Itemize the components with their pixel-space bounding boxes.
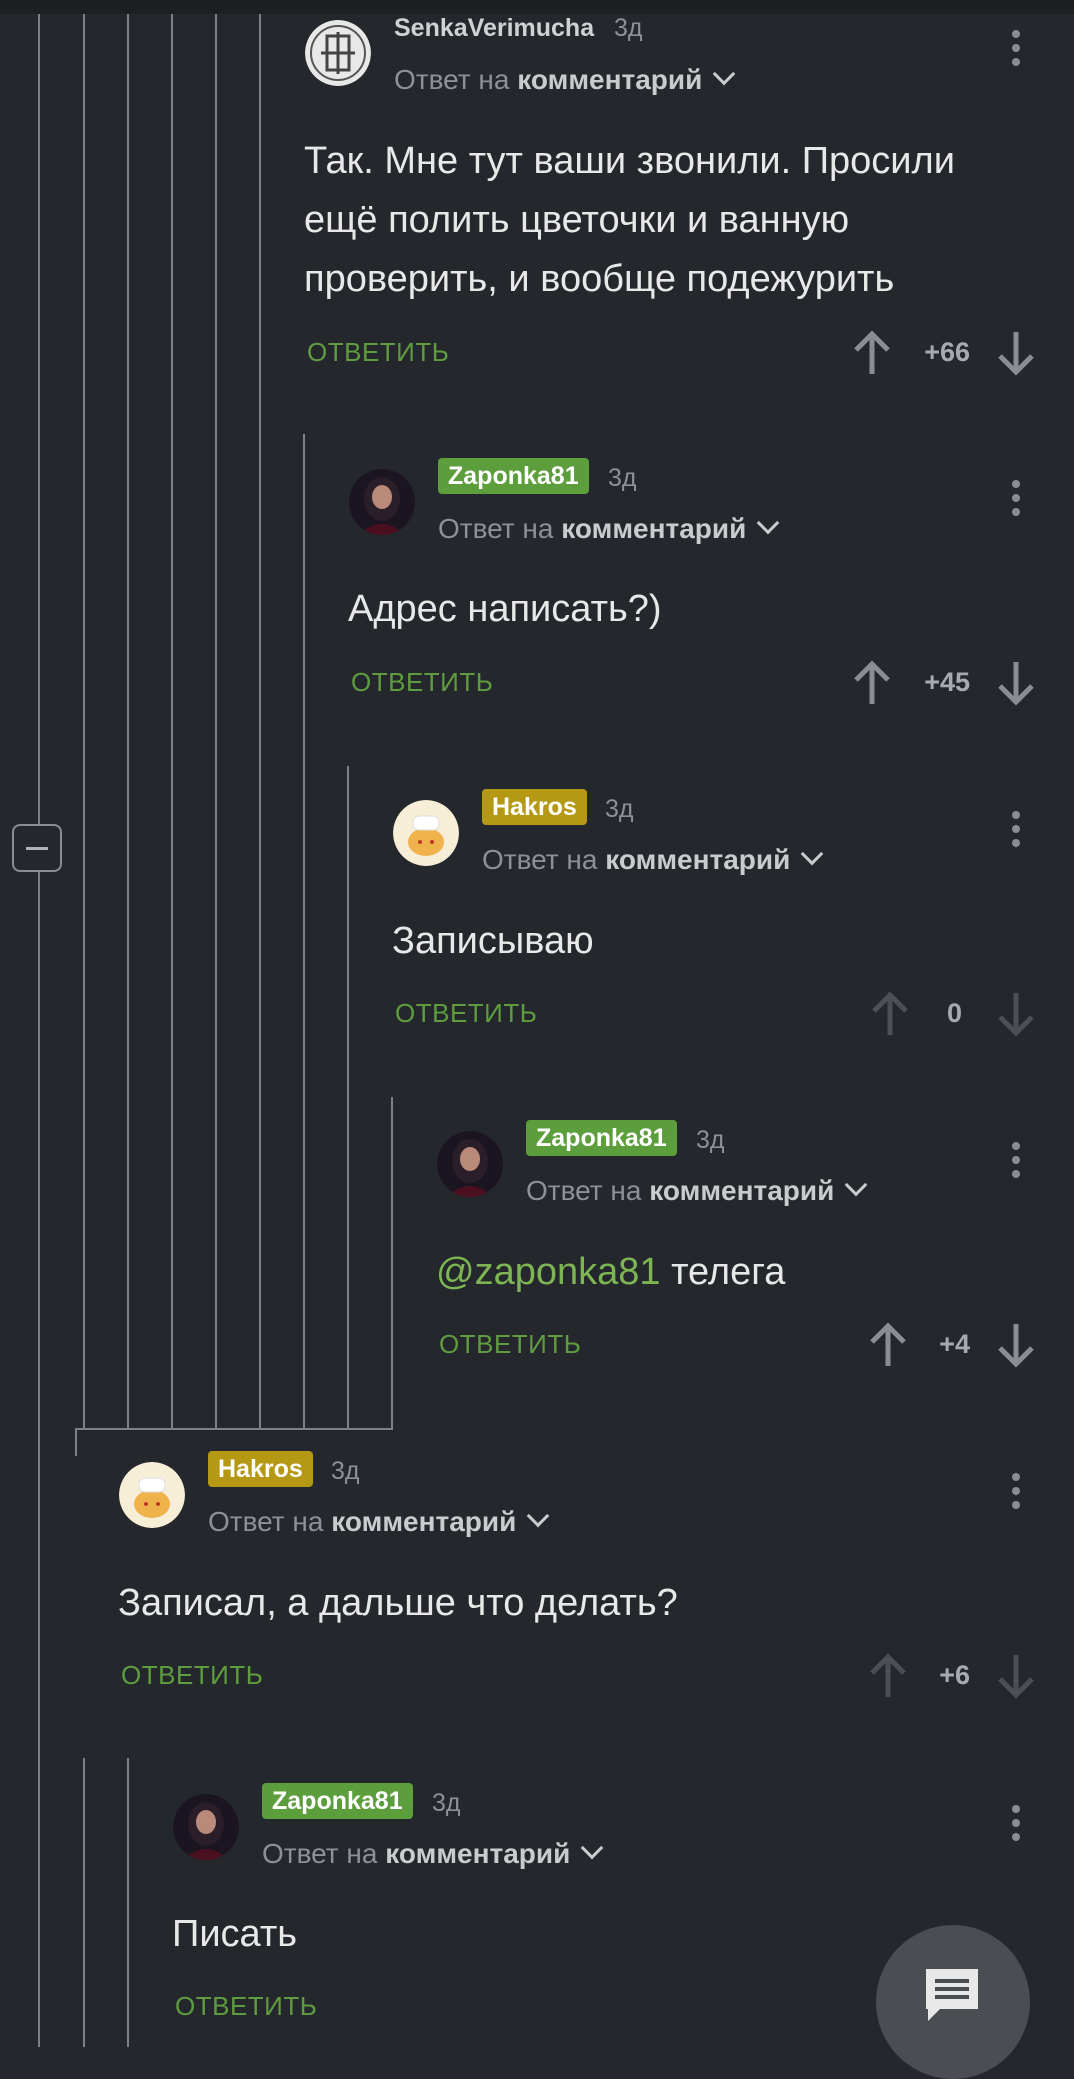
username[interactable]: Hakros bbox=[208, 1451, 313, 1487]
comment-age: 3д bbox=[614, 14, 643, 42]
chat-bubble-icon bbox=[926, 1969, 978, 2021]
reply-prefix: Ответ на bbox=[208, 1506, 324, 1537]
downvote-arrow-icon[interactable] bbox=[994, 658, 1038, 708]
avatar[interactable] bbox=[119, 1462, 185, 1528]
kebab-menu-icon[interactable] bbox=[1012, 1142, 1020, 1182]
comment-text: Так. Мне тут ваши звонили. Просили ещё п… bbox=[304, 140, 955, 300]
username[interactable]: Zaponka81 bbox=[262, 1783, 413, 1819]
reply-to-line[interactable]: Ответ на комментарий bbox=[208, 1504, 550, 1540]
chevron-down-icon[interactable] bbox=[801, 842, 824, 866]
reply-to-line[interactable]: Ответ на комментарий bbox=[394, 62, 736, 98]
comment-text-rest: телега bbox=[660, 1251, 786, 1293]
reply-to-line[interactable]: Ответ на комментарий bbox=[262, 1836, 604, 1872]
downvote-arrow-icon[interactable] bbox=[994, 1651, 1038, 1701]
reply-prefix: Ответ на bbox=[482, 844, 598, 875]
comment-age: 3д bbox=[608, 464, 637, 492]
vote-score: +66 bbox=[924, 337, 970, 367]
avatar[interactable] bbox=[393, 800, 459, 866]
avatar[interactable] bbox=[173, 1794, 239, 1860]
reply-button[interactable]: ОТВЕТИТЬ bbox=[395, 995, 537, 1031]
upvote-arrow-icon[interactable] bbox=[850, 328, 894, 378]
comment-age: 3д bbox=[605, 795, 634, 823]
kebab-menu-icon[interactable] bbox=[1012, 30, 1020, 70]
reply-target-link[interactable]: комментарий bbox=[385, 1838, 570, 1869]
reply-prefix: Ответ на bbox=[394, 64, 510, 95]
comment-text: Записал, а дальше что делать? bbox=[118, 1582, 678, 1624]
reply-target-link[interactable]: комментарий bbox=[331, 1506, 516, 1537]
downvote-arrow-icon[interactable] bbox=[994, 328, 1038, 378]
chevron-down-icon[interactable] bbox=[845, 1173, 868, 1197]
collapse-thread-button[interactable] bbox=[12, 824, 62, 872]
comment-age: 3д bbox=[432, 1789, 461, 1817]
reply-button[interactable]: ОТВЕТИТЬ bbox=[175, 1988, 317, 2024]
reply-button[interactable]: ОТВЕТИТЬ bbox=[307, 334, 449, 370]
reply-to-line[interactable]: Ответ на комментарий bbox=[482, 842, 824, 878]
reply-to-line[interactable]: Ответ на комментарий bbox=[438, 511, 780, 547]
reply-button[interactable]: ОТВЕТИТЬ bbox=[121, 1657, 263, 1693]
comment-text: Записываю bbox=[392, 920, 594, 962]
chevron-down-icon[interactable] bbox=[713, 62, 736, 86]
user-mention-link[interactable]: @zaponka81 bbox=[436, 1251, 661, 1293]
avatar[interactable] bbox=[305, 20, 371, 86]
username[interactable]: Hakros bbox=[482, 789, 587, 825]
kebab-menu-icon[interactable] bbox=[1012, 811, 1020, 851]
comment-text: Адрес написать?) bbox=[348, 588, 662, 630]
chat-button[interactable] bbox=[876, 1925, 1030, 2079]
vote-score: 0 bbox=[946, 998, 962, 1028]
username[interactable]: SenkaVerimucha bbox=[394, 10, 594, 46]
avatar[interactable] bbox=[349, 469, 415, 535]
comment-age: 3д bbox=[696, 1126, 725, 1154]
chevron-down-icon[interactable] bbox=[581, 1836, 604, 1860]
reply-prefix: Ответ на bbox=[262, 1838, 378, 1869]
reply-target-link[interactable]: комментарий bbox=[517, 64, 702, 95]
reply-to-line[interactable]: Ответ на комментарий bbox=[526, 1173, 868, 1209]
vote-score: +4 bbox=[939, 1329, 970, 1359]
username[interactable]: Zaponka81 bbox=[438, 458, 589, 494]
vote-score: +6 bbox=[939, 1660, 970, 1690]
upvote-arrow-icon[interactable] bbox=[850, 658, 894, 708]
reply-target-link[interactable]: комментарий bbox=[561, 513, 746, 544]
downvote-arrow-icon[interactable] bbox=[994, 989, 1038, 1039]
kebab-menu-icon[interactable] bbox=[1012, 1805, 1020, 1845]
reply-prefix: Ответ на bbox=[438, 513, 554, 544]
avatar[interactable] bbox=[437, 1131, 503, 1197]
comment-age: 3д bbox=[331, 1457, 360, 1485]
chevron-down-icon[interactable] bbox=[527, 1504, 550, 1528]
comment-text: Писать bbox=[172, 1913, 298, 1955]
vote-score: +45 bbox=[924, 667, 970, 697]
reply-target-link[interactable]: комментарий bbox=[605, 844, 790, 875]
reply-button[interactable]: ОТВЕТИТЬ bbox=[439, 1326, 581, 1362]
kebab-menu-icon[interactable] bbox=[1012, 1473, 1020, 1513]
reply-prefix: Ответ на bbox=[526, 1175, 642, 1206]
reply-target-link[interactable]: комментарий bbox=[649, 1175, 834, 1206]
kebab-menu-icon[interactable] bbox=[1012, 480, 1020, 520]
comment-text: @zaponka81 телега bbox=[436, 1243, 1036, 1302]
username[interactable]: Zaponka81 bbox=[526, 1120, 677, 1156]
chevron-down-icon[interactable] bbox=[757, 511, 780, 535]
reply-button[interactable]: ОТВЕТИТЬ bbox=[351, 664, 493, 700]
downvote-arrow-icon[interactable] bbox=[994, 1320, 1038, 1370]
